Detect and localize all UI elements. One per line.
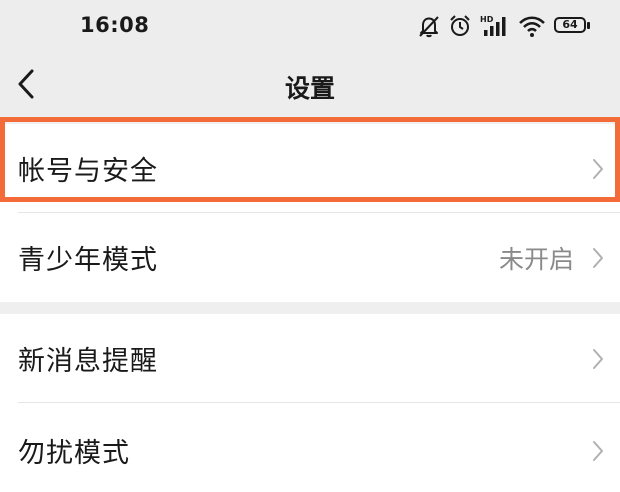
status-bar: 16:08 HD 64 [0,0,620,52]
settings-item-label: 勿扰模式 [18,438,130,469]
settings-item-value: 未开启 [498,244,574,274]
status-time: 16:08 [80,13,150,37]
mute-bell-icon [419,16,439,38]
settings-item-label: 帐号与安全 [18,156,158,187]
hd-signal-icon: HD [480,15,506,36]
battery-level: 64 [562,18,578,31]
settings-item-new-message-alert[interactable]: 新消息提醒 [0,314,620,403]
settings-item-do-not-disturb[interactable]: 勿扰模式 [0,403,620,492]
settings-item-label: 青少年模式 [18,245,158,276]
settings-item-label: 新消息提醒 [18,346,158,377]
settings-item-account-security[interactable]: 帐号与安全 [0,124,620,213]
nav-header: 设置 [0,52,620,116]
settings-item-teen-mode[interactable]: 青少年模式 未开启 [0,213,620,302]
battery-icon: 64 [554,17,592,35]
chevron-right-icon [593,247,603,268]
chevron-right-icon [593,348,603,369]
settings-group-2: 新消息提醒 勿扰模式 [0,314,620,492]
svg-text:HD: HD [480,15,494,24]
wifi-icon [519,16,545,37]
chevron-right-icon [593,441,603,461]
alarm-icon [450,15,470,36]
status-icons: HD 64 [418,12,592,40]
chevron-right-icon [593,158,603,179]
settings-group-1: 帐号与安全 青少年模式 未开启 [0,124,620,302]
page-title: 设置 [284,74,335,103]
